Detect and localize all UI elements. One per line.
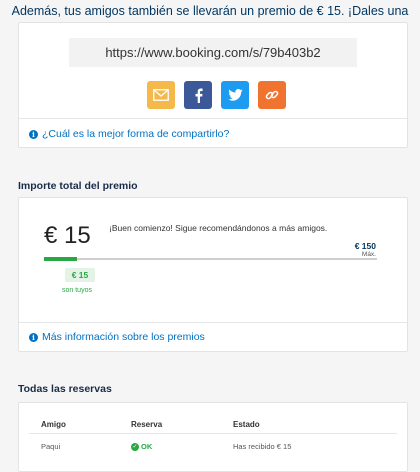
earned-label: son tuyos — [62, 287, 92, 294]
reward-info-link[interactable]: i Más información sobre los premios — [29, 331, 205, 343]
facebook-share-button[interactable] — [184, 81, 212, 109]
share-url-box[interactable]: https://www.booking.com/s/79b403b2 — [69, 38, 357, 67]
banner-text: Además, tus amigos también se llevarán u… — [11, 4, 409, 40]
friend-name: Paqui — [41, 442, 61, 451]
facebook-icon — [195, 88, 203, 103]
reward-max-label: Máx. — [361, 251, 376, 258]
bookings-section-title: Todas las reservas — [18, 383, 112, 395]
reward-progress-fill — [44, 257, 78, 261]
info-icon: i — [29, 129, 38, 139]
reward-section-title: Importe total del premio — [18, 180, 138, 192]
reward-amount: € 15 — [44, 222, 91, 249]
reward-card: € 15 ¡Buen comienzo! Sigue recomendándon… — [18, 197, 408, 352]
share-help-link[interactable]: i ¿Cuál es la mejor forma de compartirlo… — [29, 128, 229, 140]
envelope-icon — [153, 89, 169, 101]
table-divider — [29, 433, 397, 434]
earned-badge: € 15 — [65, 268, 95, 282]
booking-status: ✓ OK — [131, 442, 152, 451]
column-header-status: Estado — [233, 420, 260, 429]
column-header-friend: Amigo — [41, 420, 66, 429]
twitter-icon — [227, 89, 243, 101]
share-help-label: ¿Cuál es la mejor forma de compartirlo? — [42, 128, 230, 140]
reward-progress-bar — [44, 257, 377, 261]
reward-status: Has recibido € 15 — [233, 442, 292, 451]
booking-status-label: OK — [141, 442, 153, 451]
bookings-card: Amigo Reserva Estado Paqui ✓ OK Has reci… — [18, 402, 408, 472]
share-card: https://www.booking.com/s/79b403b2 i ¿Cu… — [18, 22, 408, 148]
twitter-share-button[interactable] — [221, 81, 249, 109]
reward-max-value: € 150 — [354, 241, 376, 251]
divider — [19, 322, 407, 323]
share-buttons — [147, 81, 286, 109]
divider — [19, 118, 407, 119]
reward-info-label: Más información sobre los premios — [42, 331, 205, 343]
reward-message: ¡Buen comienzo! Sigue recomendándonos a … — [109, 223, 328, 233]
email-share-button[interactable] — [147, 81, 175, 109]
copy-link-button[interactable] — [258, 81, 286, 109]
column-header-booking: Reserva — [131, 420, 163, 429]
link-icon — [265, 90, 279, 100]
check-circle-icon: ✓ — [131, 442, 139, 451]
info-icon: i — [29, 332, 38, 342]
